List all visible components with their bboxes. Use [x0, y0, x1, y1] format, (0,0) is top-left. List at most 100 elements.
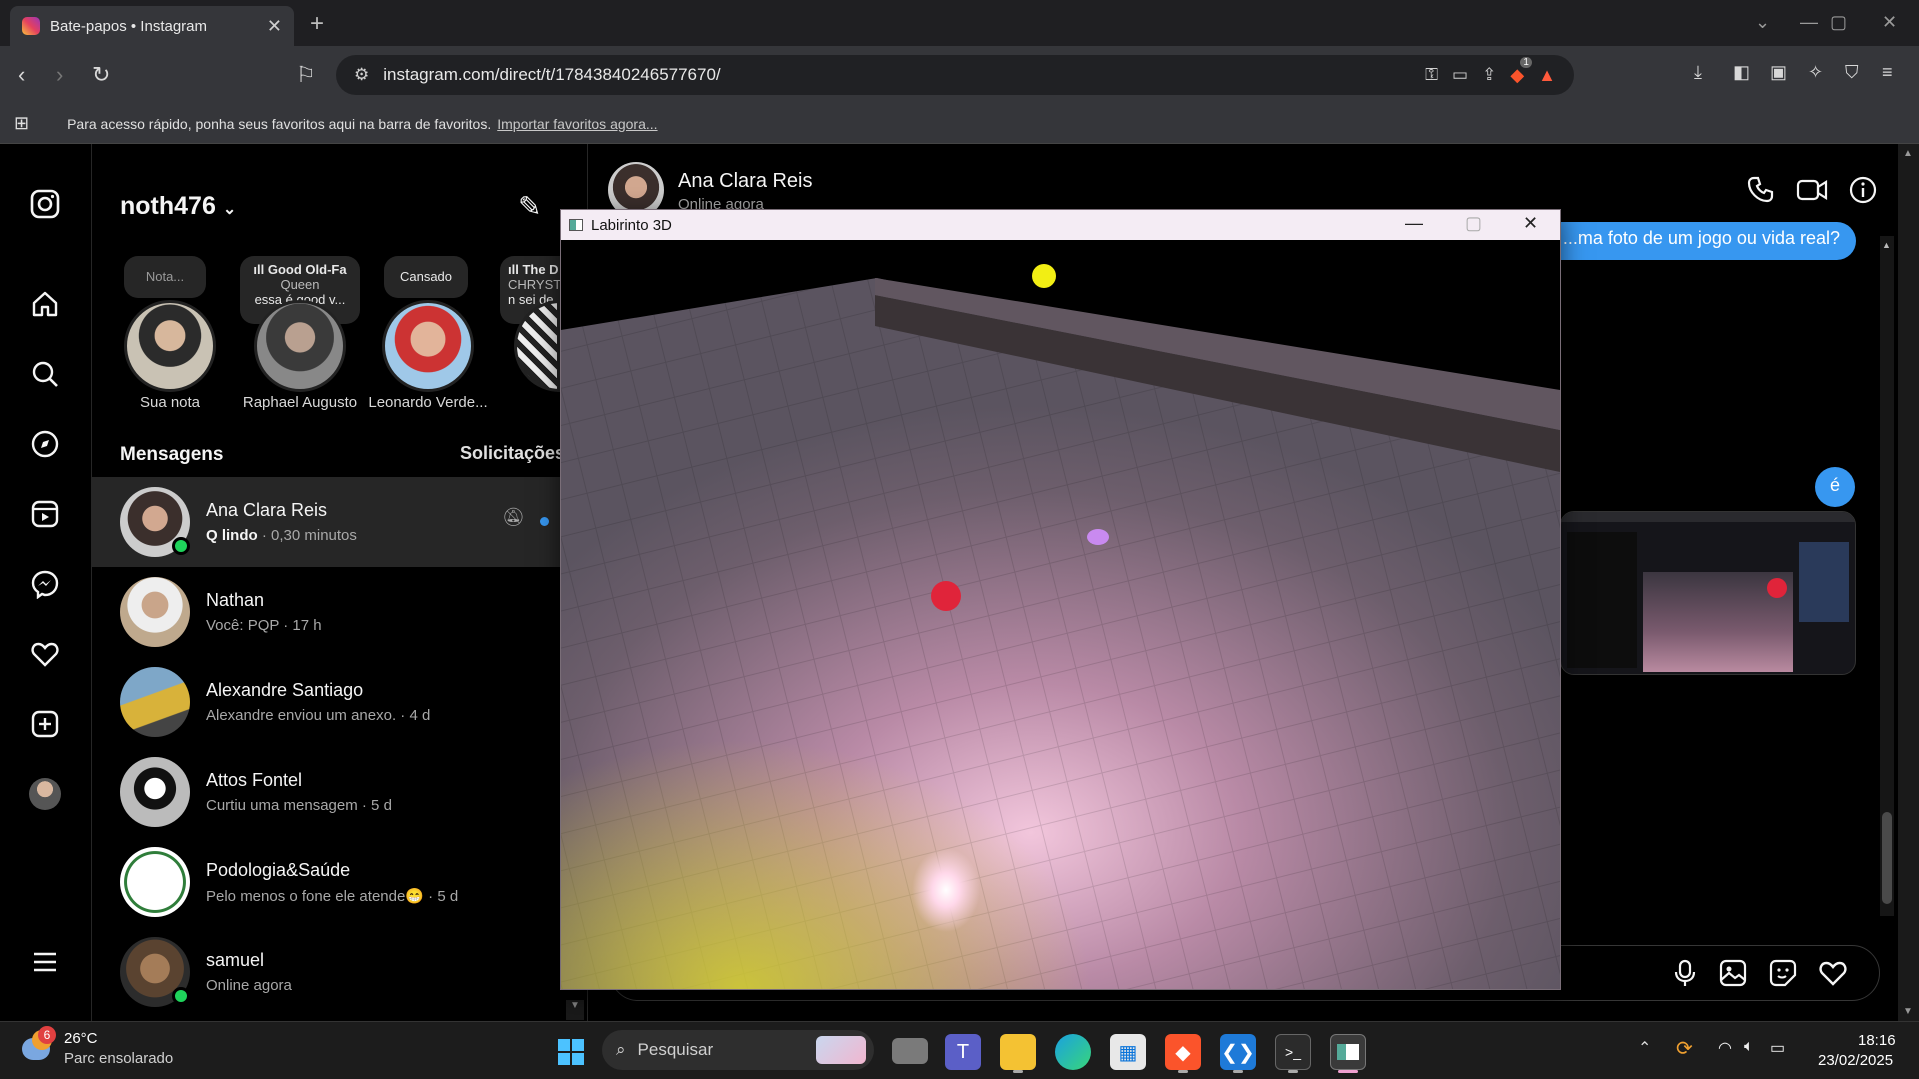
- sidebar-icon[interactable]: ◧: [1733, 62, 1750, 83]
- tab-search-chevron-icon[interactable]: ⌄: [1755, 12, 1770, 33]
- share-icon[interactable]: ⇪: [1482, 65, 1496, 85]
- game-minimize-icon[interactable]: —: [1405, 213, 1423, 234]
- conversation-item[interactable]: Alexandre Santiago Alexandre enviou um an…: [92, 657, 560, 747]
- message-bubble[interactable]: ...ma foto de um jogo ou vida real?: [1520, 222, 1856, 260]
- forward-icon[interactable]: ›: [56, 62, 63, 88]
- shared-image-message[interactable]: [1560, 511, 1856, 675]
- bookmarks-bar: ⊞ Para acesso rápido, ponha seus favorit…: [0, 104, 1919, 144]
- brave-shields-icon[interactable]: ◆ 1: [1510, 56, 1532, 86]
- reload-icon[interactable]: ↻: [92, 62, 110, 88]
- search-icon[interactable]: [25, 354, 65, 394]
- home-icon[interactable]: [25, 284, 65, 324]
- address-bar[interactable]: ⚙ instagram.com/direct/t/178438402465776…: [336, 55, 1574, 95]
- bookmark-icon[interactable]: ⚐: [296, 62, 316, 88]
- password-key-icon[interactable]: ⚿: [1425, 65, 1438, 85]
- conversation-item[interactable]: Ana Clara Reis Q lindo · 0,30 minutos 🔕︎: [92, 477, 560, 567]
- leo-ai-icon[interactable]: ✧: [1808, 62, 1823, 83]
- labirinto-app-icon[interactable]: [1330, 1034, 1366, 1070]
- maximize-icon[interactable]: ▢: [1830, 12, 1847, 33]
- gallery-icon[interactable]: [1718, 958, 1748, 995]
- chevron-down-icon: ⌄: [222, 201, 237, 218]
- note-title: ıll The D: [508, 262, 559, 277]
- conversation-preview: Online agora: [206, 977, 292, 994]
- game-3d-viewport[interactable]: [561, 240, 1560, 989]
- tab-close-icon[interactable]: ✕: [267, 16, 282, 37]
- edge-icon[interactable]: [1055, 1034, 1091, 1070]
- message-bubble[interactable]: é: [1815, 467, 1855, 507]
- chat-scroll-thumb[interactable]: [1882, 812, 1892, 904]
- task-view-icon[interactable]: [892, 1038, 928, 1064]
- tab-title: Bate-papos • Instagram: [50, 17, 208, 35]
- start-windows-icon[interactable]: [553, 1034, 589, 1070]
- account-switcher[interactable]: noth476 ⌄: [120, 192, 236, 221]
- weather-widget[interactable]: 6: [22, 1026, 56, 1064]
- cast-icon[interactable]: ▭: [1452, 65, 1468, 85]
- import-bookmarks-link[interactable]: Importar favoritos agora...: [497, 116, 657, 132]
- teams-icon[interactable]: T: [945, 1034, 981, 1070]
- your-note-bubble[interactable]: Nota...: [124, 256, 206, 298]
- conversation-info-icon[interactable]: [1848, 175, 1878, 212]
- more-menu-icon[interactable]: [25, 942, 65, 982]
- story-avatar[interactable]: [382, 300, 474, 392]
- video-call-icon[interactable]: [1796, 175, 1828, 212]
- story-avatar[interactable]: [254, 300, 346, 392]
- voice-call-icon[interactable]: [1746, 175, 1776, 212]
- new-message-icon[interactable]: ✎: [518, 190, 541, 223]
- battery-icon[interactable]: ▭: [1770, 1038, 1785, 1058]
- create-icon[interactable]: [25, 704, 65, 744]
- store-icon[interactable]: ▦: [1110, 1034, 1146, 1070]
- story-name: Raphael Augusto: [242, 394, 358, 411]
- conversation-item[interactable]: Nathan Você: PQP · 17 h: [92, 567, 560, 657]
- profile-avatar[interactable]: [29, 778, 61, 810]
- sync-icon[interactable]: ⟳: [1676, 1036, 1693, 1061]
- window-close-icon[interactable]: ✕: [1882, 12, 1897, 33]
- sticker-icon[interactable]: [1768, 958, 1798, 995]
- wifi-icon[interactable]: ◠: [1718, 1038, 1732, 1058]
- apps-grid-icon[interactable]: ⊞: [14, 113, 29, 134]
- vscode-icon[interactable]: ❮❯: [1220, 1034, 1256, 1070]
- page-scrollbar[interactable]: [1898, 144, 1919, 1021]
- game-close-icon[interactable]: ✕: [1523, 213, 1538, 234]
- new-tab-icon[interactable]: +: [310, 10, 324, 38]
- notifications-heart-icon[interactable]: [25, 634, 65, 674]
- scroll-up-icon[interactable]: ▲: [1903, 148, 1913, 159]
- wallet-icon[interactable]: ▣: [1770, 62, 1787, 83]
- browser-tab[interactable]: Bate-papos • Instagram ✕: [10, 6, 294, 46]
- clock-time[interactable]: 18:16: [1858, 1032, 1896, 1049]
- menu-icon[interactable]: ≡: [1882, 62, 1893, 83]
- site-settings-icon[interactable]: ⚙: [354, 65, 369, 85]
- terminal-icon[interactable]: >_: [1275, 1034, 1311, 1070]
- conversation-name: Nathan: [206, 590, 265, 610]
- brave-icon[interactable]: ◆: [1165, 1034, 1201, 1070]
- file-explorer-icon[interactable]: [1000, 1034, 1036, 1070]
- chat-scroll-up-icon[interactable]: ▲: [1882, 240, 1891, 250]
- app-window-icon: [569, 219, 583, 231]
- conversation-item[interactable]: samuel Online agora: [92, 927, 560, 1017]
- inbox-scroll-down-icon[interactable]: ▼: [566, 1000, 584, 1020]
- taskbar-search[interactable]: ⌕ Pesquisar: [602, 1030, 874, 1070]
- clock-date[interactable]: 23/02/2025: [1818, 1052, 1893, 1069]
- back-icon[interactable]: ‹: [18, 62, 25, 88]
- download-icon[interactable]: ⤓: [1694, 62, 1702, 83]
- explore-icon[interactable]: [25, 424, 65, 464]
- conversation-item[interactable]: Podologia&Saúde Pelo menos o fone ele ate…: [92, 837, 560, 927]
- minimize-icon[interactable]: —: [1800, 12, 1818, 33]
- instagram-logo-icon[interactable]: [25, 184, 65, 224]
- game-maximize-icon[interactable]: ▢: [1465, 213, 1482, 234]
- chat-contact-name[interactable]: Ana Clara Reis: [678, 170, 813, 193]
- show-hidden-icons-chevron-icon[interactable]: ⌃: [1638, 1038, 1651, 1058]
- note-bubble[interactable]: Cansado: [384, 256, 468, 298]
- like-heart-icon[interactable]: [1818, 958, 1848, 995]
- requests-link[interactable]: Solicitações: [460, 443, 565, 464]
- reels-icon[interactable]: [25, 494, 65, 534]
- brave-rewards-icon[interactable]: ▲: [1538, 65, 1556, 86]
- conversation-item[interactable]: Attos Fontel Curtiu uma mensagem · 5 d: [92, 747, 560, 837]
- vpn-icon[interactable]: ⛉: [1845, 62, 1859, 83]
- story-avatar[interactable]: [124, 300, 216, 392]
- messenger-icon[interactable]: [25, 564, 65, 604]
- avatar: [120, 937, 190, 1007]
- game-window[interactable]: Labirinto 3D — ▢ ✕: [560, 209, 1561, 990]
- volume-icon[interactable]: 🔈︎: [1744, 1038, 1754, 1056]
- microphone-icon[interactable]: [1672, 958, 1698, 995]
- scroll-down-icon[interactable]: ▼: [1903, 1006, 1913, 1017]
